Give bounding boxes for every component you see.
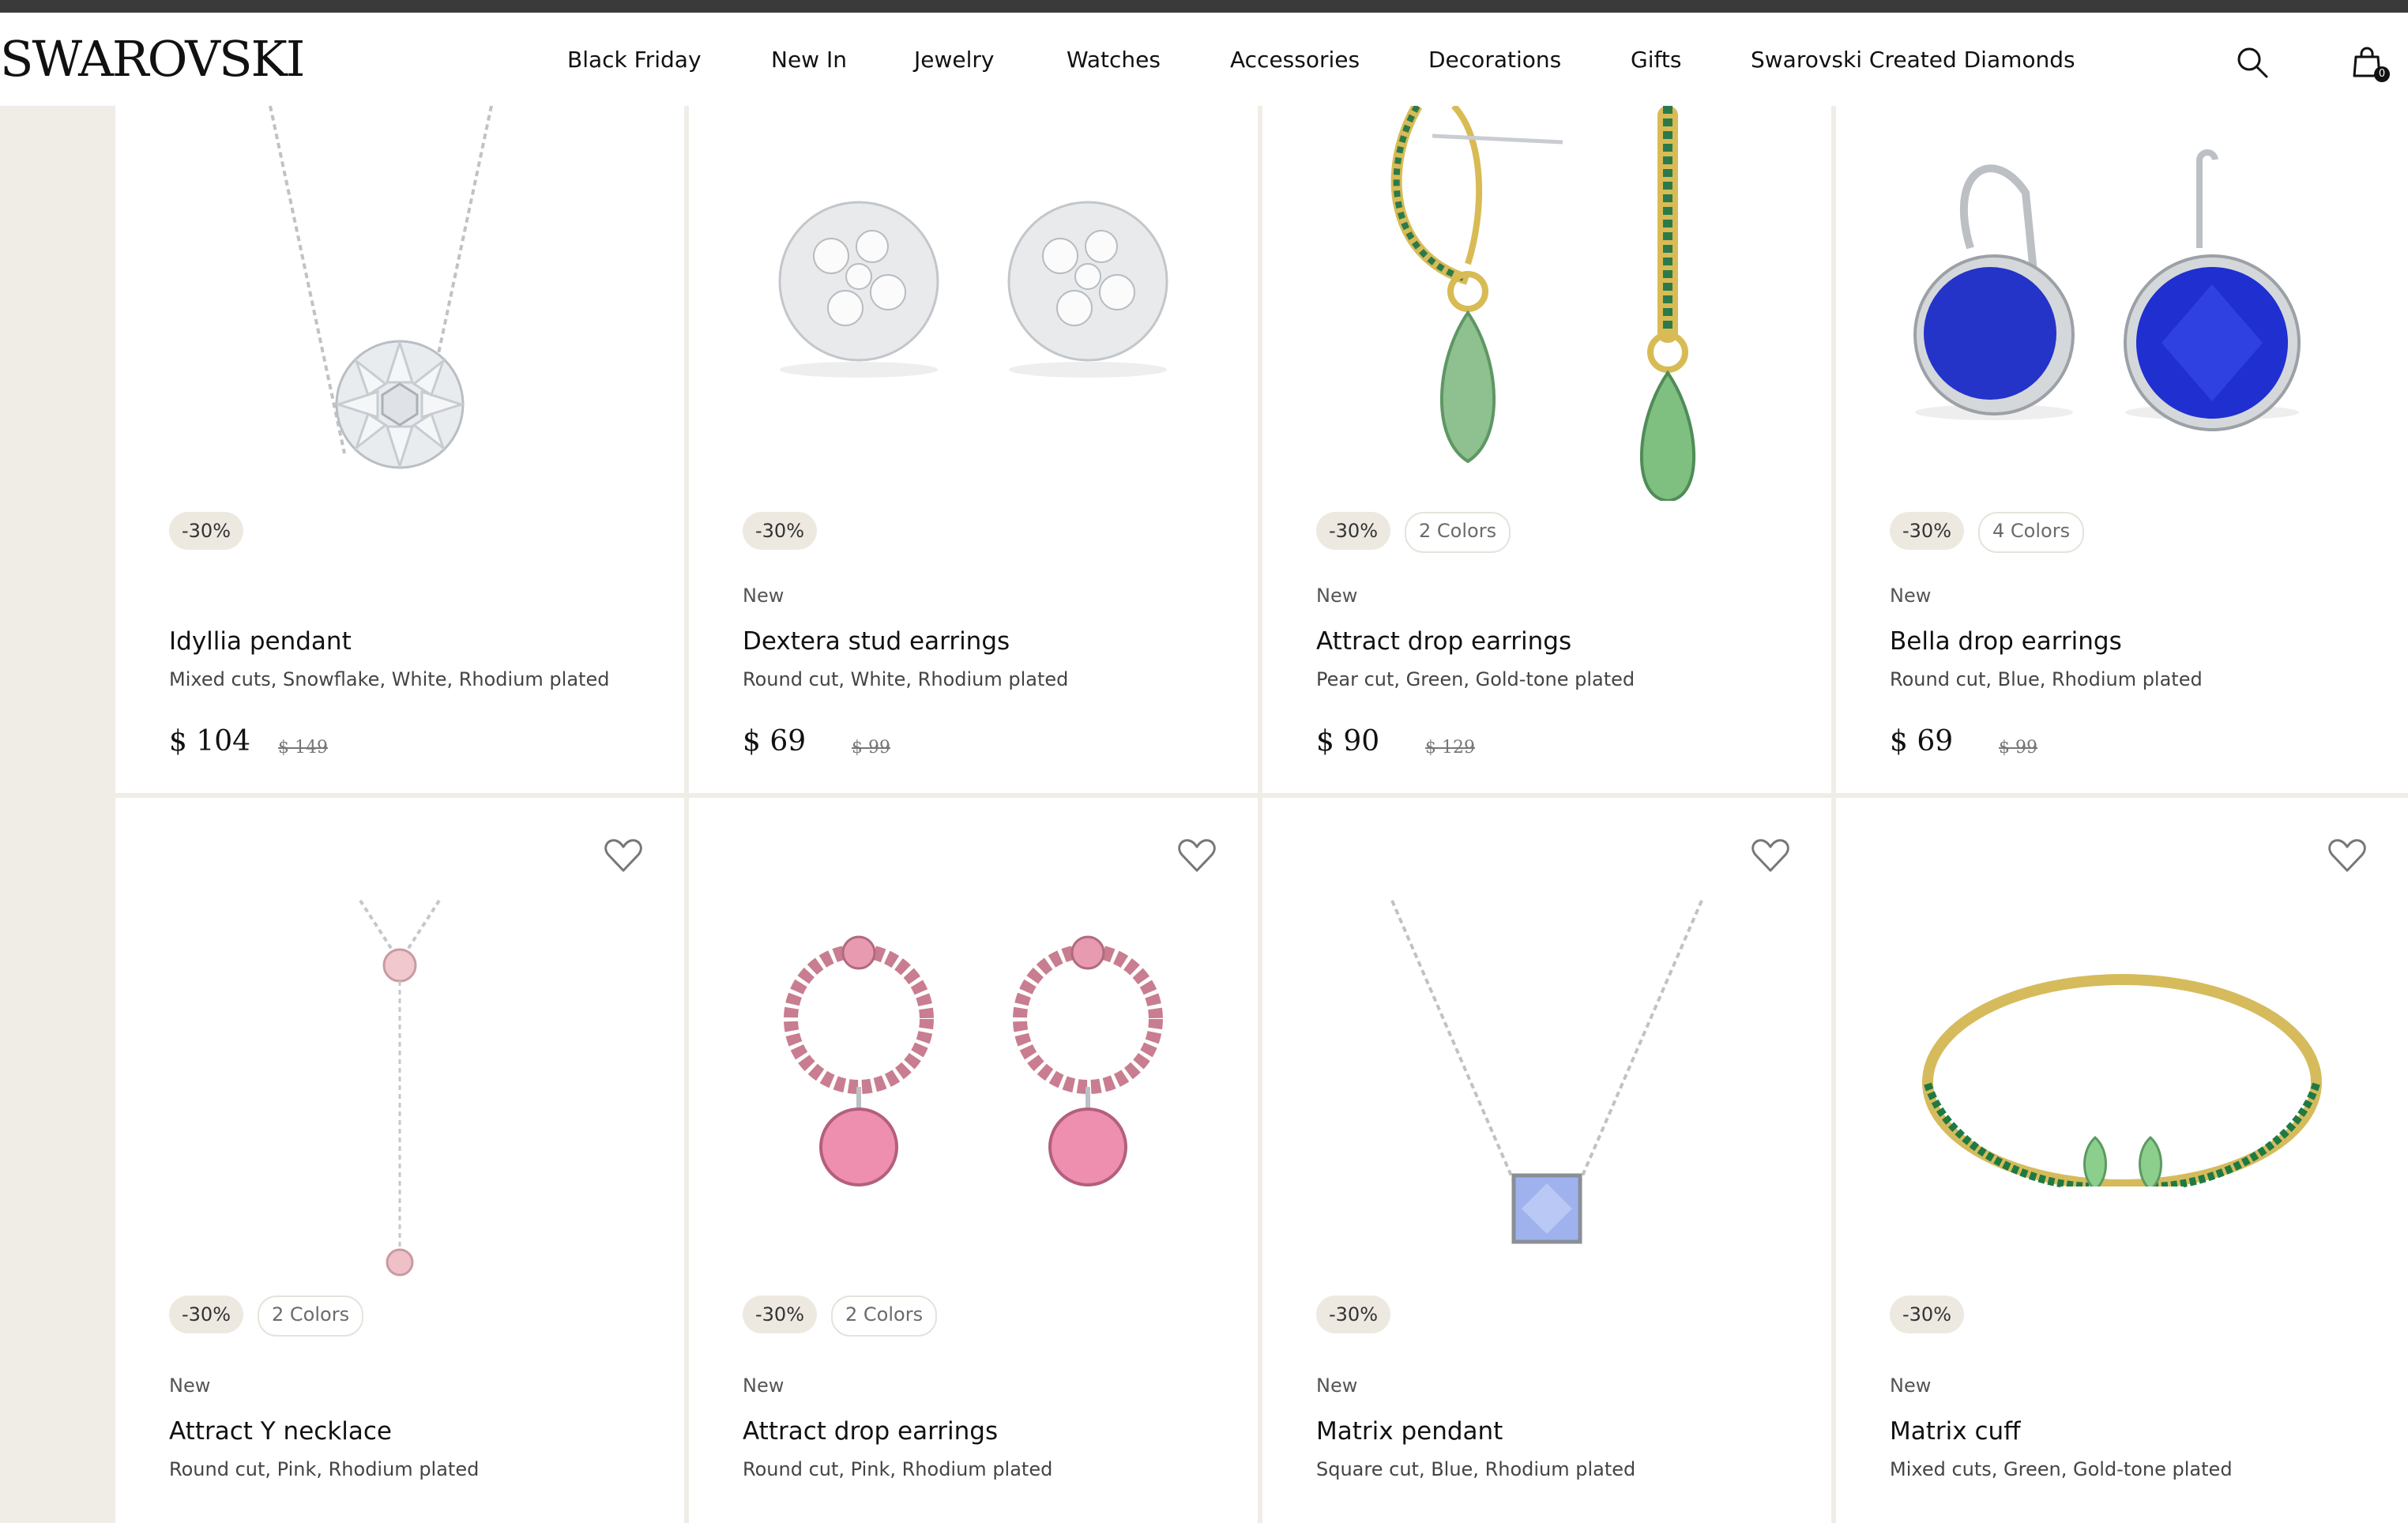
new-label: New: [1890, 1374, 1932, 1397]
product-price: $ 90: [1316, 725, 1380, 758]
product-description: Round cut, Pink, Rhodium plated: [169, 1458, 480, 1480]
product-card[interactable]: -30% New Matrix cuff Mixed cuts, Green, …: [1836, 798, 2408, 1523]
badge-row: -30%: [743, 512, 818, 550]
product-card[interactable]: -30% 2 Colors New Attract Y necklace Rou…: [115, 798, 684, 1523]
site-header: SWAROVSKI Black Friday New In Jewelry Wa…: [0, 13, 2408, 107]
heart-icon[interactable]: [1177, 837, 1217, 874]
product-image-matrix-pendant[interactable]: [1262, 877, 1831, 1303]
colors-badge[interactable]: 2 Colors: [831, 1295, 938, 1337]
product-description: Pear cut, Green, Gold-tone plated: [1316, 668, 1635, 690]
nav-item-black-friday[interactable]: Black Friday: [567, 44, 702, 76]
colors-badge[interactable]: 2 Colors: [1405, 512, 1511, 553]
product-image-stud-earrings[interactable]: [689, 106, 1258, 501]
product-image-hoop-drop-earrings-pink[interactable]: [689, 877, 1258, 1303]
nav-item-accessories[interactable]: Accessories: [1230, 44, 1360, 76]
product-grid: -30% Idyllia pendant Mixed cuts, Snowfla…: [115, 106, 2408, 1523]
nav-item-new-in[interactable]: New In: [771, 44, 847, 76]
cart-count-badge: 0: [2374, 66, 2390, 82]
product-name[interactable]: Attract drop earrings: [1316, 627, 1571, 656]
discount-badge: -30%: [1890, 1295, 1965, 1333]
discount-badge: -30%: [743, 1295, 818, 1333]
badge-row: -30% 2 Colors: [1316, 512, 1511, 553]
product-image-y-necklace[interactable]: [115, 877, 684, 1303]
product-image-drop-earrings-blue[interactable]: [1836, 106, 2408, 501]
colors-badge[interactable]: 2 Colors: [258, 1295, 364, 1337]
nav-item-jewelry[interactable]: Jewelry: [914, 44, 994, 76]
discount-badge: -30%: [1890, 512, 1965, 550]
product-name[interactable]: Matrix cuff: [1890, 1417, 2021, 1446]
heart-icon[interactable]: [2327, 837, 2367, 874]
product-card[interactable]: -30% New Dextera stud earrings Round cut…: [689, 106, 1258, 793]
discount-badge: -30%: [743, 512, 818, 550]
top-strip: [0, 0, 2408, 13]
nav-item-watches[interactable]: Watches: [1067, 44, 1161, 76]
new-label: New: [1316, 585, 1358, 607]
product-description: Round cut, White, Rhodium plated: [743, 668, 1069, 690]
original-price: $ 99: [1999, 738, 2037, 758]
product-card[interactable]: -30% Idyllia pendant Mixed cuts, Snowfla…: [115, 106, 684, 793]
product-description: Round cut, Blue, Rhodium plated: [1890, 668, 2203, 690]
heart-icon[interactable]: [1751, 837, 1790, 874]
original-price: $ 99: [852, 738, 890, 758]
product-name[interactable]: Matrix pendant: [1316, 1417, 1503, 1446]
product-name[interactable]: Bella drop earrings: [1890, 627, 2122, 656]
badge-row: -30%: [1316, 1295, 1391, 1333]
product-name[interactable]: Dextera stud earrings: [743, 627, 1010, 656]
discount-badge: -30%: [1316, 512, 1391, 550]
shopping-bag-icon[interactable]: 0: [2350, 44, 2390, 82]
discount-badge: -30%: [1316, 1295, 1391, 1333]
new-label: New: [169, 1374, 211, 1397]
product-card[interactable]: -30% 4 Colors New Bella drop earrings Ro…: [1836, 106, 2408, 793]
product-name[interactable]: Idyllia pendant: [169, 627, 352, 656]
nav-item-decorations[interactable]: Decorations: [1428, 44, 1561, 76]
product-description: Mixed cuts, Green, Gold-tone plated: [1890, 1458, 2233, 1480]
main-nav: Black Friday New In Jewelry Watches Acce…: [0, 44, 2408, 100]
nav-item-swarovski-created-diamonds[interactable]: Swarovski Created Diamonds: [1751, 44, 2075, 76]
product-description: Round cut, Pink, Rhodium plated: [743, 1458, 1053, 1480]
new-label: New: [743, 585, 784, 607]
discount-badge: -30%: [169, 1295, 244, 1333]
original-price: $ 149: [278, 738, 328, 758]
product-price: $ 69: [743, 725, 807, 758]
product-card[interactable]: -30% 2 Colors New Attract drop earrings …: [689, 798, 1258, 1523]
badge-row: -30%: [1890, 1295, 1965, 1333]
product-description: Square cut, Blue, Rhodium plated: [1316, 1458, 1636, 1480]
badge-row: -30%: [169, 512, 244, 550]
nav-item-gifts[interactable]: Gifts: [1631, 44, 1681, 76]
new-label: New: [1890, 585, 1932, 607]
product-price: $ 69: [1890, 725, 1954, 758]
product-description: Mixed cuts, Snowflake, White, Rhodium pl…: [169, 668, 610, 690]
badge-row: -30% 2 Colors: [743, 1295, 938, 1337]
product-image-drop-earrings-green[interactable]: [1262, 106, 1831, 501]
product-name[interactable]: Attract Y necklace: [169, 1417, 392, 1446]
product-card[interactable]: -30% 2 Colors New Attract drop earrings …: [1262, 106, 1831, 793]
badge-row: -30% 4 Colors: [1890, 512, 2085, 553]
search-icon[interactable]: [2234, 44, 2271, 81]
colors-badge[interactable]: 4 Colors: [1978, 512, 2085, 553]
product-card[interactable]: -30% New Matrix pendant Square cut, Blue…: [1262, 798, 1831, 1523]
product-price: $ 104: [169, 725, 251, 758]
product-image-pendant-necklace[interactable]: [115, 106, 684, 501]
new-label: New: [743, 1374, 784, 1397]
heart-icon[interactable]: [604, 837, 643, 874]
product-image-matrix-cuff[interactable]: [1836, 877, 2408, 1303]
discount-badge: -30%: [169, 512, 244, 550]
product-name[interactable]: Attract drop earrings: [743, 1417, 998, 1446]
new-label: New: [1316, 1374, 1358, 1397]
badge-row: -30% 2 Colors: [169, 1295, 364, 1337]
original-price: $ 129: [1425, 738, 1475, 758]
